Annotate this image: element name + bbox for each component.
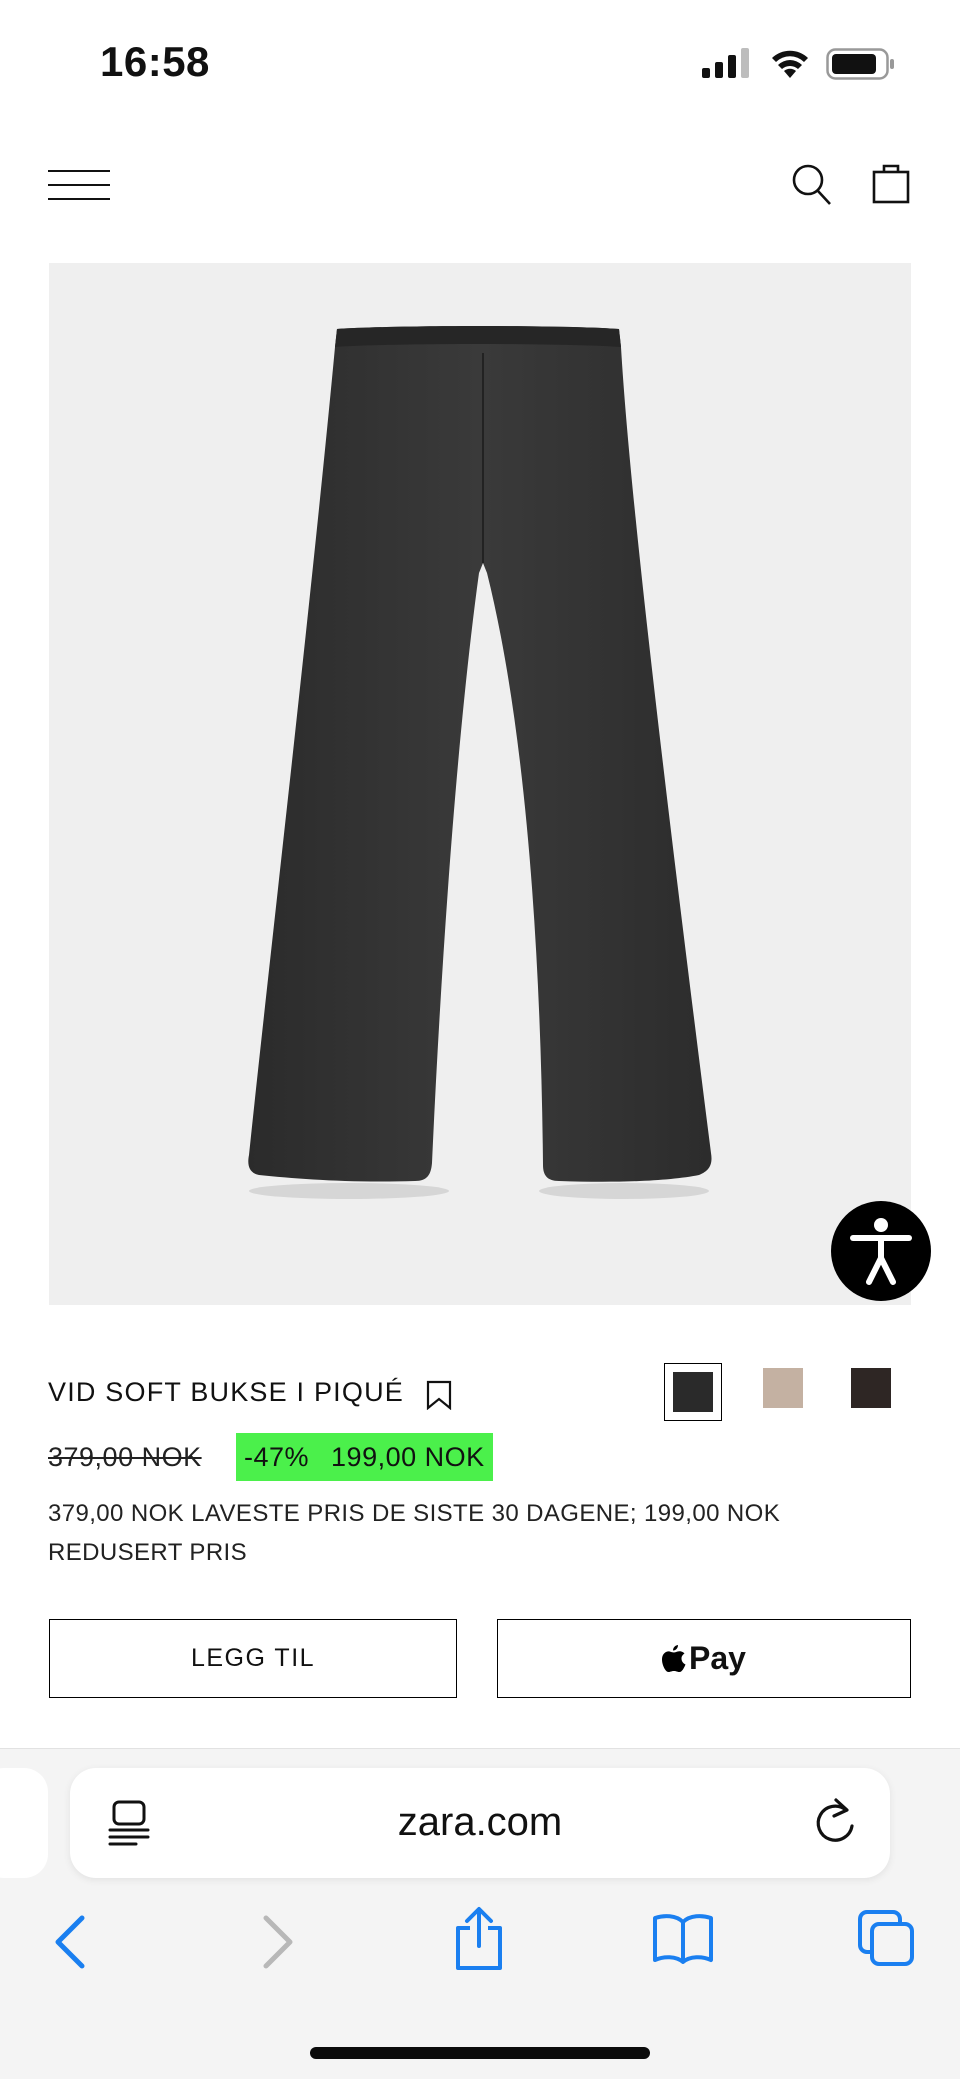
battery-icon [826, 48, 894, 80]
apple-pay-button[interactable]: Pay [497, 1619, 911, 1698]
product-title: VID SOFT BUKSE I PIQUÉ [48, 1377, 404, 1407]
back-arrow-icon[interactable] [52, 1914, 88, 1970]
pants-illustration [248, 326, 712, 1199]
search-icon[interactable] [790, 162, 832, 206]
product-image[interactable] [49, 263, 911, 1305]
original-price: 379,00 NOK [48, 1442, 202, 1472]
tabs-icon[interactable] [858, 1910, 914, 1966]
color-swatch-beige[interactable] [763, 1368, 803, 1408]
accessibility-button[interactable] [831, 1201, 931, 1301]
sale-price: 199,00 NOK [331, 1441, 485, 1472]
share-icon[interactable] [452, 1906, 506, 1970]
home-indicator [310, 2047, 650, 2059]
forward-arrow-icon[interactable] [260, 1914, 296, 1970]
status-time: 16:58 [100, 38, 210, 85]
bookmark-icon[interactable] [425, 1380, 453, 1410]
discount-percent: -47% [244, 1441, 310, 1472]
wifi-icon [772, 50, 808, 78]
discount-price-badge: -47% 199,00 NOK [236, 1433, 493, 1481]
apple-pay-label: Pay [689, 1640, 746, 1676]
shopping-bag-icon[interactable] [872, 162, 910, 204]
lowest-price-note: 379,00 NOK LAVESTE PRIS DE SISTE 30 DAGE… [48, 1500, 781, 1566]
color-swatch-selected[interactable] [664, 1363, 722, 1421]
menu-icon[interactable] [48, 168, 110, 202]
apple-logo-icon [662, 1644, 686, 1672]
reload-icon[interactable] [812, 1798, 858, 1846]
color-swatch-brown[interactable] [851, 1368, 891, 1408]
bookmarks-icon[interactable] [652, 1912, 714, 1964]
color-swatch-fill [673, 1372, 713, 1412]
add-to-cart-button[interactable]: LEGG TIL [49, 1619, 457, 1698]
cellular-signal-icon [702, 48, 749, 78]
accessibility-icon [850, 1218, 912, 1285]
